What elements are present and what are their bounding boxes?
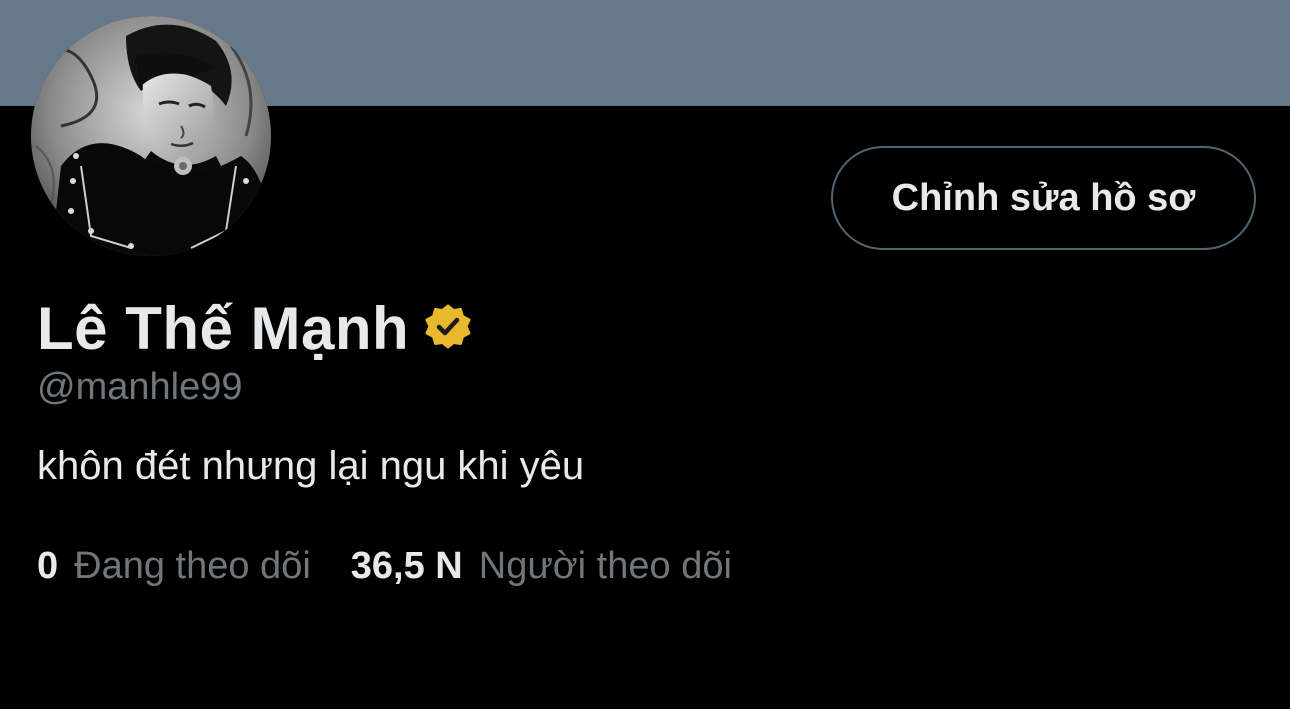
profile-bio: khôn đét nhưng lại ngu khi yêu [37,444,585,488]
name-row: Lê Thế Mạnh [37,290,473,366]
verified-gold-badge-icon[interactable] [423,303,473,353]
profile-handle: @manhle99 [37,366,243,408]
following-label: Đang theo dõi [74,545,311,587]
profile-page: Chỉnh sửa hồ sơ Lê Thế Mạnh @manhle99 kh… [0,0,1290,709]
display-name: Lê Thế Mạnh [37,294,410,362]
following-count: 0 [37,545,59,587]
followers-label: Người theo dõi [478,545,732,587]
followers-stat[interactable]: 36,5 N Người theo dõi [351,545,732,588]
profile-stats: 0 Đang theo dõi 36,5 N Người theo dõi [37,545,732,588]
following-stat[interactable]: 0 Đang theo dõi [37,545,311,588]
edit-profile-button[interactable]: Chỉnh sửa hồ sơ [831,146,1256,250]
edit-profile-button-label: Chỉnh sửa hồ sơ [891,176,1196,219]
followers-count: 36,5 N [350,545,463,587]
avatar-photo [31,16,271,256]
avatar[interactable] [31,16,271,256]
